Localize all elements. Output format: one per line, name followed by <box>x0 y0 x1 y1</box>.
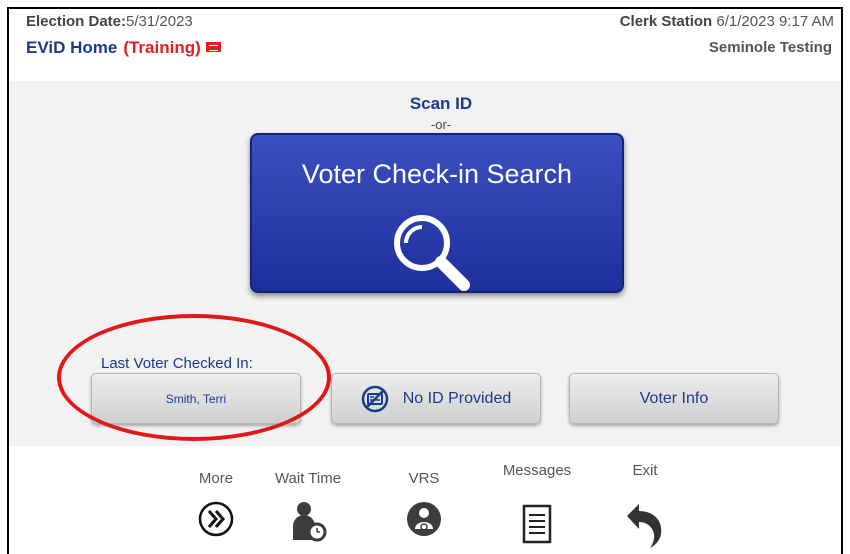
election-date-label: Election Date: <box>26 13 127 30</box>
clerk-station-label: Clerk Station <box>619 13 713 30</box>
document-lines-icon <box>522 504 552 544</box>
header: Election Date:5/31/2023 EViD Home (Traini… <box>9 9 841 81</box>
person-sync-icon <box>407 502 441 536</box>
person-clock-icon <box>293 502 327 542</box>
voter-info-label: Voter Info <box>639 389 709 407</box>
nav-wait-time-label: Wait Time <box>274 470 342 487</box>
nav-more-label: More <box>198 470 234 487</box>
nav-messages-label: Messages <box>502 462 572 479</box>
clerk-station-datetime: 6/1/2023 9:17 AM <box>716 13 834 30</box>
election-date: Election Date:5/31/2023 <box>26 13 193 30</box>
flag-icon <box>205 42 221 52</box>
last-voter-label: Last Voter Checked In: <box>101 355 253 372</box>
nav-more[interactable]: More <box>171 462 261 538</box>
last-voter-button[interactable]: Smith, Terri <box>91 373 301 424</box>
app-frame: Election Date:5/31/2023 EViD Home (Traini… <box>7 7 843 554</box>
no-id-card-icon <box>361 385 388 412</box>
location-label: Seminole Testing <box>708 39 832 56</box>
nav-wait-time[interactable]: Wait Time <box>263 462 353 542</box>
magnifier-icon <box>394 215 470 291</box>
no-id-provided-button[interactable]: No ID Provided <box>331 373 541 424</box>
home-title: EViD Home (Training) <box>26 38 221 58</box>
nav-exit-label: Exit <box>632 462 658 479</box>
last-voter-name: Smith, Terri <box>165 391 227 406</box>
election-date-value: 5/31/2023 <box>126 13 193 30</box>
double-chevron-right-icon <box>198 501 234 537</box>
no-id-provided-label: No ID Provided <box>402 389 512 407</box>
return-arrow-icon <box>627 504 662 548</box>
clerk-station: Clerk Station 6/1/2023 9:17 AM <box>620 13 834 30</box>
voter-check-in-search-button[interactable]: Voter Check-in Search <box>250 133 624 293</box>
search-button-label: Voter Check-in Search <box>301 159 573 189</box>
scan-id-label: Scan ID <box>409 94 473 113</box>
nav-vrs[interactable]: VRS <box>379 462 469 538</box>
nav-messages[interactable]: Messages <box>492 462 582 544</box>
nav-exit[interactable]: Exit <box>600 462 690 548</box>
training-label: (Training) <box>123 38 201 57</box>
or-label: -or- <box>430 117 452 132</box>
home-title-text: EViD Home <box>26 38 118 57</box>
voter-info-button[interactable]: Voter Info <box>569 373 779 424</box>
nav-vrs-label: VRS <box>408 470 440 487</box>
